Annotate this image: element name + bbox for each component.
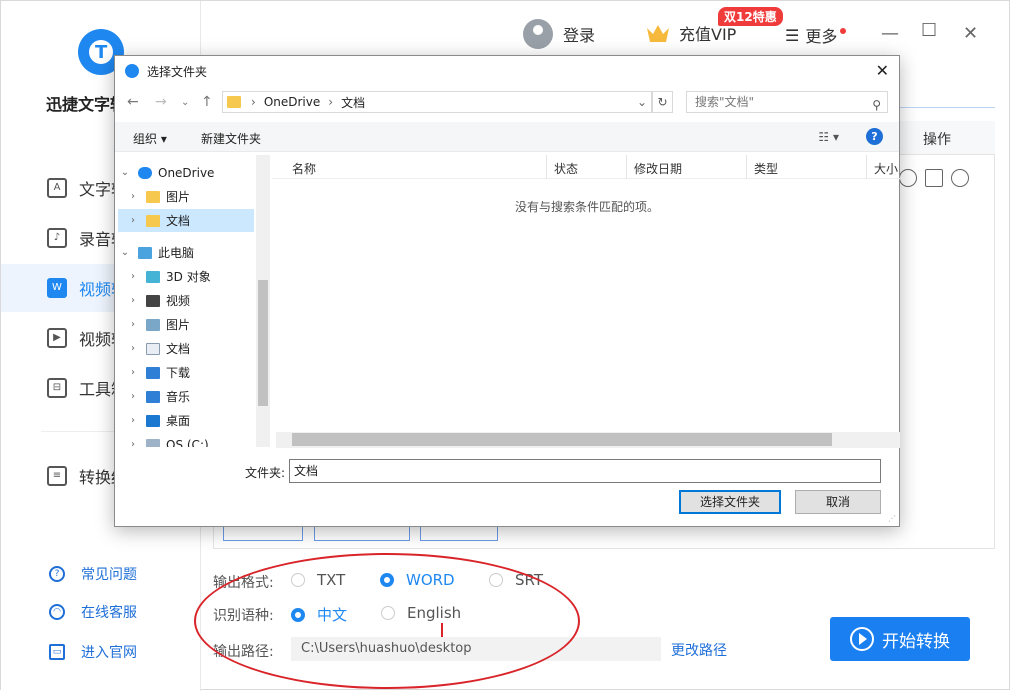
select-folder-button[interactable]: 选择文件夹 xyxy=(679,490,781,514)
tree-scrollbar-thumb[interactable] xyxy=(258,280,268,406)
video-icon: W xyxy=(47,278,67,298)
back-arrow-icon[interactable]: ← xyxy=(127,94,139,110)
open-folder-icon[interactable] xyxy=(925,169,943,187)
chevron-down-icon[interactable]: ⌄ xyxy=(637,95,647,109)
column-size[interactable]: 大小 xyxy=(874,160,898,177)
resize-grip-icon[interactable]: ⋰ xyxy=(888,514,896,523)
tree-item-music[interactable]: › 音乐 xyxy=(118,385,254,408)
faq-link[interactable]: ? 常见问题 xyxy=(49,564,137,584)
tree-item-os-c[interactable]: › OS (C:) xyxy=(118,433,254,447)
result-icon: ≡ xyxy=(47,466,67,486)
tree-item-pictures-pc[interactable]: › 图片 xyxy=(118,313,254,336)
more-button[interactable]: ☰ 更多 xyxy=(785,23,847,47)
empty-message: 没有与搜索条件匹配的项。 xyxy=(515,200,660,214)
drive-icon xyxy=(146,438,160,447)
crown-icon xyxy=(647,25,669,42)
toolbox-icon: ⊟ xyxy=(47,378,67,398)
notification-dot xyxy=(840,28,847,34)
download-icon xyxy=(146,366,160,379)
help-icon[interactable]: ? xyxy=(866,128,883,145)
change-path-link[interactable]: 更改路径 xyxy=(671,640,727,660)
app-window: T 迅捷文字转 A 文字转 ♪ 录音转 W 视频转 ▶ 视频转 ⊟ 工具箱 ≡ … xyxy=(0,0,1010,691)
search-input[interactable]: 搜索"文档" ⚲ xyxy=(686,91,888,113)
tree-item-downloads[interactable]: › 下载 xyxy=(118,361,254,384)
navigation-tree: ⌄ OneDrive › 图片 › 文档 ⌄ 此电脑 › 3D 对象 › 视频 … xyxy=(118,155,270,447)
document-icon xyxy=(146,342,160,355)
question-icon: ? xyxy=(49,566,65,582)
cube-icon xyxy=(146,270,160,283)
tree-item-pictures[interactable]: › 图片 xyxy=(118,185,254,208)
annotation-mark xyxy=(441,623,443,637)
annotation-ellipse xyxy=(194,553,580,689)
remove-icon[interactable] xyxy=(951,169,969,187)
desktop-icon xyxy=(146,414,160,427)
promo-badge: 双12特惠 xyxy=(718,7,783,26)
computer-icon xyxy=(138,246,152,259)
start-convert-button[interactable]: 开始转换 xyxy=(830,617,970,661)
tree-item-3d-objects[interactable]: › 3D 对象 xyxy=(118,265,254,288)
preview-icon[interactable] xyxy=(899,169,917,187)
recent-dropdown-icon[interactable]: ⌄ xyxy=(181,97,189,108)
address-bar[interactable]: › OneDrive › 文档 ⌄ xyxy=(222,91,652,113)
maximize-button[interactable]: ☐ xyxy=(921,20,937,41)
breadcrumb-onedrive[interactable]: OneDrive xyxy=(264,95,320,109)
dialog-close-button[interactable]: ✕ xyxy=(876,61,889,80)
search-icon: ⚲ xyxy=(872,98,881,112)
tree-item-this-pc[interactable]: ⌄ 此电脑 xyxy=(118,241,254,264)
file-list-scrollbar-thumb[interactable] xyxy=(292,433,832,446)
refresh-button[interactable]: ↻ xyxy=(652,91,673,113)
play-icon xyxy=(850,627,874,651)
cancel-button[interactable]: 取消 xyxy=(795,490,881,514)
support-link[interactable]: ◠ 在线客服 xyxy=(49,602,137,622)
music-icon xyxy=(146,390,160,403)
column-status[interactable]: 状态 xyxy=(554,160,578,177)
forward-arrow-icon[interactable]: → xyxy=(155,94,167,110)
website-link[interactable]: ▭ 进入官网 xyxy=(49,642,137,662)
column-modified[interactable]: 修改日期 xyxy=(634,160,682,177)
tree-item-onedrive[interactable]: ⌄ OneDrive xyxy=(118,161,254,184)
column-type[interactable]: 类型 xyxy=(754,160,778,177)
close-button[interactable]: ✕ xyxy=(963,23,978,44)
organize-menu[interactable]: 组织 ▾ xyxy=(133,130,167,147)
navigation-bar: ← → ⌄ ↑ › OneDrive › 文档 ⌄ ↻ 搜索"文档" ⚲ xyxy=(115,90,899,116)
film-icon xyxy=(146,294,160,307)
folder-icon xyxy=(146,214,160,227)
select-folder-dialog: 选择文件夹 ✕ ← → ⌄ ↑ › OneDrive › 文档 ⌄ ↻ 搜索"文… xyxy=(114,55,900,527)
tree-item-documents[interactable]: › 文档 xyxy=(118,209,254,232)
row-actions xyxy=(899,169,969,187)
tree-item-documents-pc[interactable]: › 文档 xyxy=(118,337,254,360)
view-options-icon[interactable]: ☷ ▾ xyxy=(818,130,839,144)
video2-icon: ▶ xyxy=(47,328,67,348)
login-button[interactable]: 登录 xyxy=(523,19,595,49)
monitor-icon: ▭ xyxy=(49,644,65,660)
tab-underline xyxy=(899,107,995,108)
dialog-title: 选择文件夹 xyxy=(147,64,208,79)
breadcrumb-documents[interactable]: 文档 xyxy=(341,94,365,111)
operation-header: 操作 xyxy=(923,132,951,148)
menu-icon: ☰ xyxy=(785,25,800,45)
app-small-icon xyxy=(125,64,139,78)
text-doc-icon: A xyxy=(47,178,67,198)
tree-item-videos[interactable]: › 视频 xyxy=(118,289,254,312)
folder-name-input[interactable]: 文档 xyxy=(289,459,881,483)
folder-icon xyxy=(146,190,160,203)
avatar-icon xyxy=(523,19,553,49)
file-list-header: 名称 状态 修改日期 类型 大小 xyxy=(272,155,900,179)
folder-label: 文件夹: xyxy=(245,466,286,480)
column-name[interactable]: 名称 xyxy=(292,160,316,177)
new-folder-button[interactable]: 新建文件夹 xyxy=(201,130,261,147)
command-bar: 组织 ▾ 新建文件夹 ☷ ▾ ? xyxy=(115,122,899,152)
cloud-icon xyxy=(138,166,152,179)
dialog-titlebar: 选择文件夹 xyxy=(115,56,899,86)
audio-icon: ♪ xyxy=(47,228,67,248)
picture-icon xyxy=(146,318,160,331)
folder-icon xyxy=(227,96,241,108)
minimize-button[interactable]: — xyxy=(881,23,899,44)
tree-item-desktop[interactable]: › 桌面 xyxy=(118,409,254,432)
headset-icon: ◠ xyxy=(49,604,65,620)
up-arrow-icon[interactable]: ↑ xyxy=(201,94,213,110)
